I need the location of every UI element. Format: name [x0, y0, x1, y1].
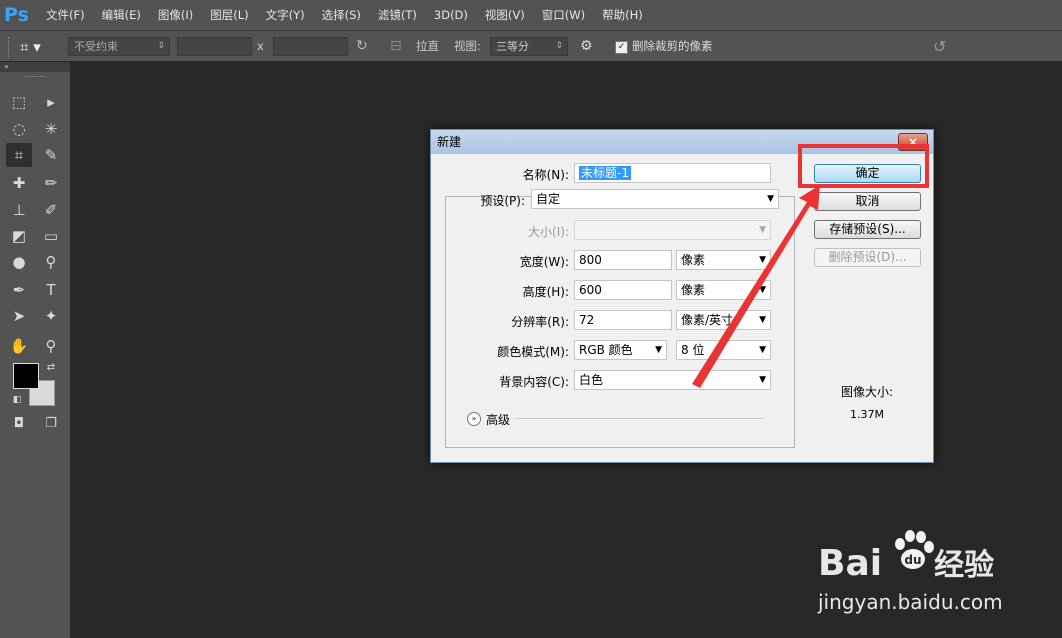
watermark-url: jingyan.baidu.com	[818, 590, 1003, 614]
watermark-brand: Bai 经验	[818, 540, 994, 584]
watermark-brand-text-2: 经验	[934, 548, 995, 583]
watermark-brand-text: Bai	[818, 543, 883, 584]
